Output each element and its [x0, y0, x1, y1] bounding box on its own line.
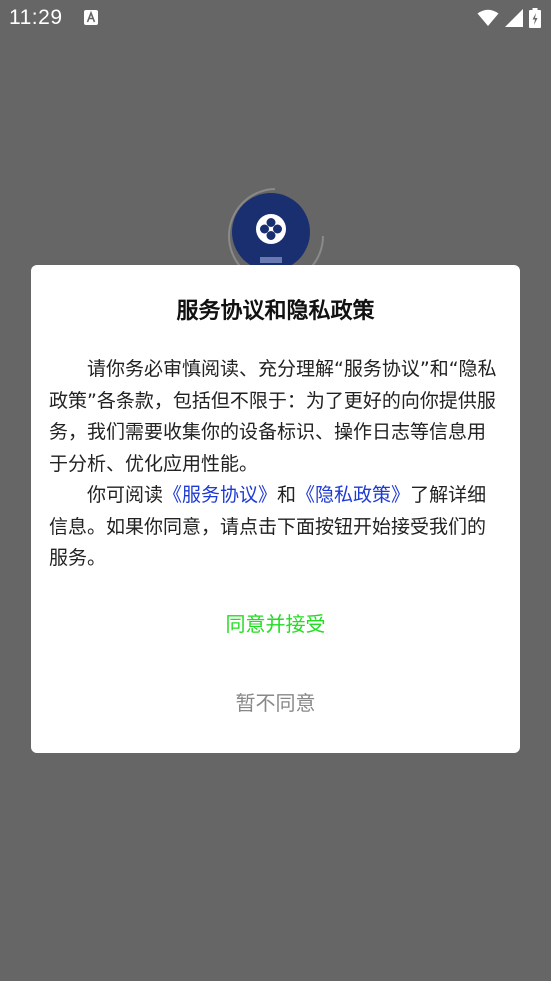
paragraph-2-prefix: 你可阅读	[87, 484, 164, 506]
paragraph-2-and: 和	[277, 484, 297, 506]
agree-button[interactable]: 同意并接受	[31, 604, 520, 640]
status-bar: 11:29	[0, 0, 551, 38]
dialog-body: 请你务必审慎阅读、充分理解“服务协议”和“隐私政策”各条款，包括但不限于：为了更…	[49, 354, 503, 575]
dialog-paragraph-1: 请你务必审慎阅读、充分理解“服务协议”和“隐私政策”各条款，包括但不限于：为了更…	[49, 358, 497, 475]
dialog-paragraph-2: 你可阅读《服务协议》和《隐私政策》了解详细信息。如果你同意，请点击下面按钮开始接…	[49, 480, 503, 575]
service-agreement-link[interactable]: 《服务协议》	[163, 484, 277, 506]
status-icons	[477, 8, 541, 28]
disagree-button[interactable]: 暂不同意	[31, 683, 520, 719]
dialog-title: 服务协议和隐私政策	[176, 299, 375, 324]
wifi-icon	[477, 9, 499, 26]
signal-icon	[505, 9, 523, 27]
status-time: 11:29	[9, 6, 63, 29]
privacy-policy-link[interactable]: 《隐私政策》	[296, 484, 410, 506]
battery-icon	[529, 8, 541, 28]
a-notification-icon	[84, 10, 98, 25]
